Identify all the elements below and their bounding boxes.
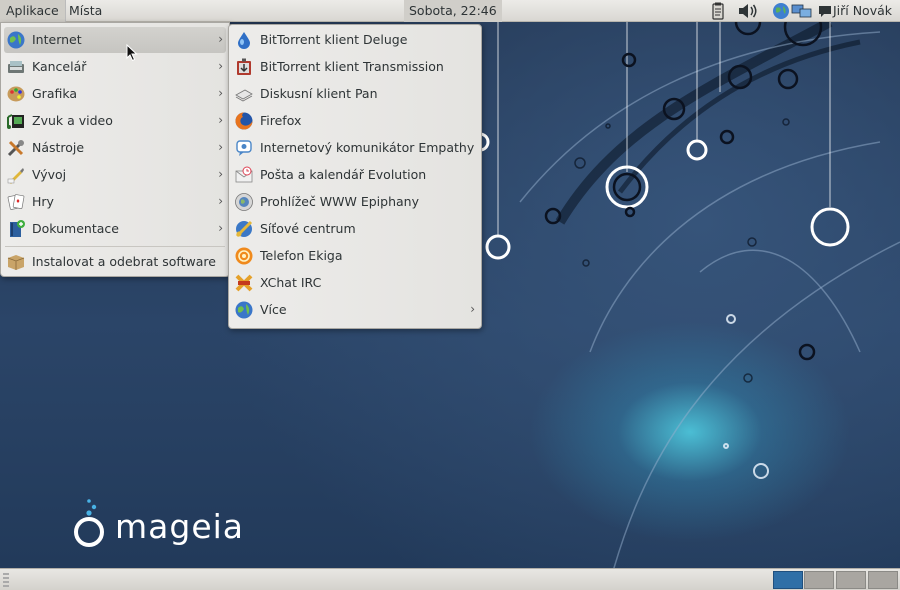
submenu-item-ekiga[interactable]: Telefon Ekiga xyxy=(232,243,478,269)
applications-menu-button[interactable]: Aplikace xyxy=(0,0,66,22)
workspace-2-switcher[interactable] xyxy=(804,571,834,589)
tools-icon xyxy=(7,140,24,157)
workspace-1-switcher[interactable] xyxy=(773,571,803,589)
menu-item-sound-video[interactable]: Zvuk a video › xyxy=(4,108,226,134)
deluge-drop-icon xyxy=(238,32,250,49)
menu-item-games[interactable]: Hry › xyxy=(4,189,226,215)
menu-item-documentation[interactable]: Dokumentace › xyxy=(4,216,226,242)
epiphany-browser-icon xyxy=(235,193,253,211)
clipboard-icon[interactable] xyxy=(710,2,726,20)
package-box-icon xyxy=(7,255,25,270)
office-icon xyxy=(8,61,24,73)
menu-item-office[interactable]: Kancelář › xyxy=(4,54,226,80)
firefox-icon xyxy=(235,112,253,130)
mageia-logo-icon xyxy=(74,499,104,547)
graphics-palette-icon xyxy=(7,86,25,102)
menu-item-internet[interactable]: Internet › xyxy=(4,27,226,53)
chevron-right-icon: › xyxy=(218,167,223,181)
chevron-right-icon: › xyxy=(218,59,223,73)
chevron-right-icon: › xyxy=(218,221,223,235)
ekiga-phone-icon xyxy=(235,247,253,265)
workspace-4-switcher[interactable] xyxy=(868,571,898,589)
clock[interactable]: Sobota, 22:46 xyxy=(404,0,502,22)
panel-handle[interactable] xyxy=(3,573,9,587)
submenu-item-transmission[interactable]: BitTorrent klient Transmission xyxy=(232,54,478,80)
mageia-logo-text: mageia xyxy=(115,507,245,546)
submenu-item-xchat[interactable]: XChat IRC xyxy=(232,270,478,296)
menu-item-tools[interactable]: Nástroje › xyxy=(4,135,226,161)
submenu-item-deluge[interactable]: BitTorrent klient Deluge xyxy=(232,27,478,53)
development-icon xyxy=(7,168,24,184)
evolution-mail-icon xyxy=(235,166,253,183)
network-center-icon xyxy=(235,220,253,238)
sound-video-icon xyxy=(7,114,24,129)
bottom-panel xyxy=(0,568,900,590)
documentation-icon xyxy=(10,220,25,237)
menu-item-install-software[interactable]: Instalovat a odebrat software xyxy=(4,249,226,275)
internet-submenu: BitTorrent klient Deluge BitTorrent klie… xyxy=(228,24,482,329)
submenu-item-firefox[interactable]: Firefox xyxy=(232,108,478,134)
menu-item-development[interactable]: Vývoj › xyxy=(4,162,226,188)
submenu-item-empathy[interactable]: Internetový komunikátor Empathy xyxy=(232,135,478,161)
submenu-item-evolution[interactable]: Pošta a kalendář Evolution xyxy=(232,162,478,188)
chevron-right-icon: › xyxy=(218,113,223,127)
applications-menu: Internet › Kancelář › Grafika › Zvuk a v… xyxy=(0,22,230,277)
more-globe-icon xyxy=(235,301,253,319)
chevron-right-icon: › xyxy=(218,32,223,46)
submenu-item-more[interactable]: Více › xyxy=(232,297,478,323)
xchat-icon xyxy=(235,274,253,292)
pan-newsreader-icon xyxy=(235,89,253,102)
transmission-icon xyxy=(237,58,251,75)
menu-item-graphics[interactable]: Grafika › xyxy=(4,81,226,107)
submenu-item-pan[interactable]: Diskusní klient Pan xyxy=(232,81,478,107)
submenu-item-network-center[interactable]: Síťové centrum xyxy=(232,216,478,242)
top-panel: Aplikace Místa Sobota, 22:46 Jiří Novák xyxy=(0,0,900,22)
menu-separator xyxy=(5,246,225,247)
globe-network-icon[interactable] xyxy=(772,2,790,20)
volume-icon[interactable] xyxy=(737,2,759,20)
user-name-menu[interactable]: Jiří Novák xyxy=(833,0,892,22)
mouse-cursor-icon xyxy=(126,44,138,62)
submenu-item-epiphany[interactable]: Prohlížeč WWW Epiphany xyxy=(232,189,478,215)
chevron-right-icon: › xyxy=(218,86,223,100)
games-cards-icon xyxy=(7,194,25,210)
internet-globe-icon xyxy=(7,31,25,49)
chat-icon[interactable] xyxy=(818,2,832,20)
chevron-right-icon: › xyxy=(470,302,475,316)
empathy-chat-icon xyxy=(236,140,252,156)
chevron-right-icon: › xyxy=(218,194,223,208)
network-icon[interactable] xyxy=(791,2,813,20)
chevron-right-icon: › xyxy=(218,140,223,154)
places-menu-button[interactable]: Místa xyxy=(63,0,108,22)
workspace-3-switcher[interactable] xyxy=(836,571,866,589)
